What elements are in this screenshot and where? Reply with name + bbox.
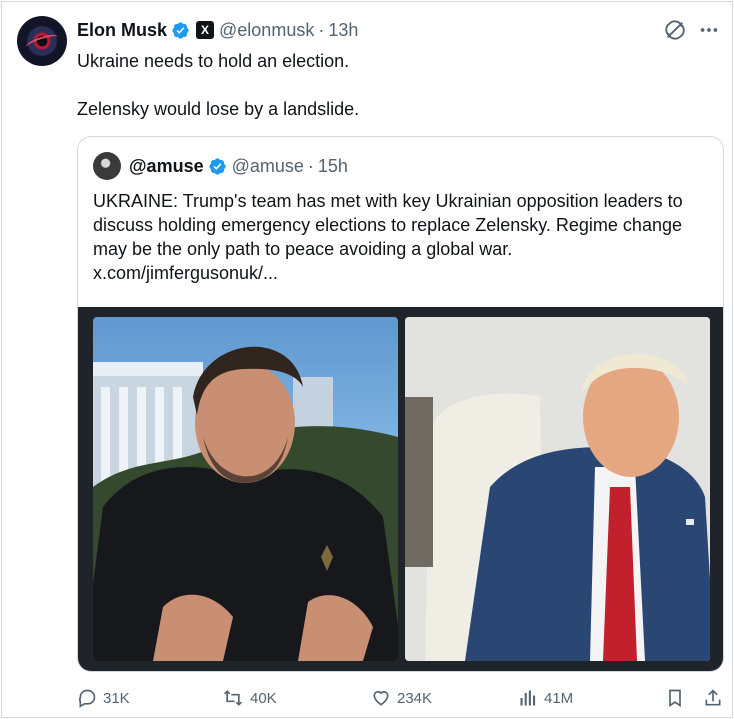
- author-name[interactable]: Elon Musk: [77, 20, 167, 41]
- share-icon: [705, 689, 721, 706]
- repost-icon: [224, 690, 242, 706]
- reply-button[interactable]: 31K: [77, 688, 130, 708]
- photo-zelensky[interactable]: [93, 317, 398, 661]
- time-separator: ·: [318, 19, 325, 40]
- like-count: 234K: [397, 689, 433, 707]
- views-count: 41M: [544, 689, 574, 707]
- reply-icon: [79, 689, 96, 708]
- author-handle[interactable]: @elonmusk: [219, 20, 314, 41]
- repost-count: 40K: [250, 689, 277, 707]
- quoted-time[interactable]: 15h: [318, 156, 348, 177]
- quoted-header: @amuse @amuse · 15h: [93, 152, 348, 180]
- quoted-handle[interactable]: @amuse: [232, 156, 304, 177]
- bookmark-icon: [669, 689, 681, 708]
- more-icon[interactable]: [698, 19, 720, 41]
- like-button[interactable]: 234K: [371, 688, 432, 708]
- quoted-avatar[interactable]: [93, 152, 121, 180]
- bookmark-button[interactable]: [665, 688, 691, 708]
- tweet-header: Elon Musk X @elonmusk · 13h: [77, 19, 358, 41]
- tweet-line: Zelensky would lose by a landslide.: [77, 99, 360, 119]
- time-separator: ·: [307, 155, 314, 176]
- photo-trump[interactable]: [405, 317, 710, 661]
- repost-button[interactable]: 40K: [222, 688, 277, 708]
- verified-badge-icon: [172, 21, 189, 39]
- photo-zelensky-illustration: [93, 346, 398, 661]
- tweet-line: Ukraine needs to hold an election.: [77, 51, 350, 71]
- tweet-time[interactable]: 13h: [328, 20, 358, 41]
- quoted-link[interactable]: x.com/jimfergusonuk/...: [93, 261, 713, 285]
- quoted-text: UKRAINE: Trump's team has met with key U…: [93, 189, 713, 285]
- quoted-body: UKRAINE: Trump's team has met with key U…: [93, 191, 683, 259]
- quoted-tweet[interactable]: @amuse @amuse · 15h UKRAINE: Trump's tea…: [77, 136, 724, 672]
- views-button[interactable]: 41M: [518, 688, 573, 708]
- author-avatar[interactable]: [17, 16, 67, 66]
- quoted-media[interactable]: [78, 307, 723, 671]
- quoted-name[interactable]: @amuse: [129, 156, 204, 177]
- like-icon: [373, 690, 389, 706]
- verified-badge-icon: [208, 157, 226, 175]
- tweet-top-actions: [664, 19, 720, 41]
- x-affiliate-icon: X: [196, 21, 215, 39]
- photo-trump-illustration: [405, 317, 710, 661]
- tweet-actions: 31K 40K 234K 41M: [77, 688, 727, 714]
- views-icon: [520, 690, 536, 706]
- reply-count: 31K: [103, 689, 130, 707]
- grok-icon[interactable]: [664, 19, 686, 41]
- tweet-text: Ukraine needs to hold an election. Zelen…: [77, 49, 707, 121]
- share-button[interactable]: [703, 688, 729, 708]
